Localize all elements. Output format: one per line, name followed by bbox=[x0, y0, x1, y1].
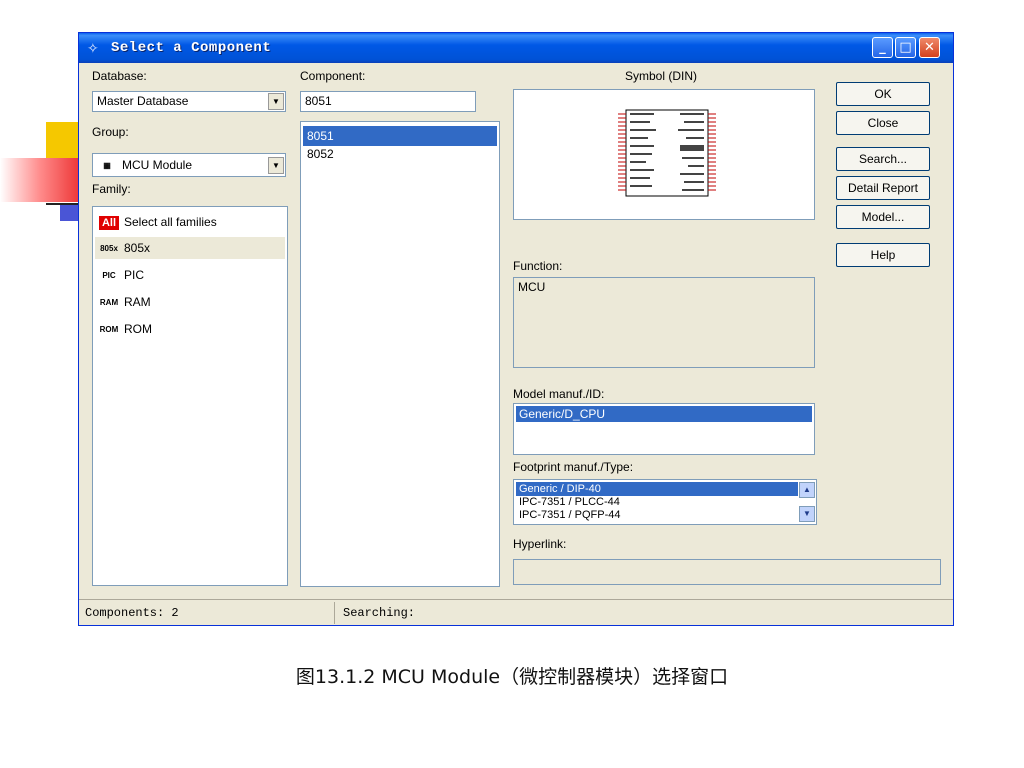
family-item-rom[interactable]: ROM ROM bbox=[95, 318, 285, 340]
help-button[interactable]: Help bbox=[836, 243, 930, 267]
searching-status: Searching: bbox=[343, 606, 416, 620]
component-item[interactable]: 8051 bbox=[303, 126, 497, 146]
symbol-label: Symbol (DIN) bbox=[625, 69, 698, 83]
status-divider bbox=[334, 602, 335, 624]
figure-caption: 图13.1.2 MCU Module（微控制器模块）选择窗口 bbox=[295, 666, 729, 688]
database-value: Master Database bbox=[97, 94, 189, 108]
group-dropdown[interactable]: ▦ MCU Module ▼ bbox=[92, 153, 286, 177]
ok-button[interactable]: OK bbox=[836, 82, 930, 106]
family-list[interactable]: All Select all families 805x 805x PIC PIC R… bbox=[92, 206, 288, 586]
chevron-down-icon[interactable]: ▼ bbox=[268, 157, 284, 174]
805x-icon: 805x bbox=[100, 243, 118, 253]
group-label: Group: bbox=[92, 125, 129, 139]
component-label: Component: bbox=[300, 69, 366, 83]
group-value: MCU Module bbox=[122, 158, 193, 172]
all-families-icon: All bbox=[99, 215, 119, 230]
family-item-805x[interactable]: 805x 805x bbox=[95, 237, 285, 259]
database-dropdown[interactable]: Master Database ▼ bbox=[92, 91, 286, 112]
function-value: MCU bbox=[518, 280, 546, 294]
ram-chip-icon: RAM bbox=[99, 297, 119, 307]
family-item-pic[interactable]: PIC PIC bbox=[95, 264, 285, 286]
maximize-button[interactable]: □ bbox=[895, 37, 916, 58]
search-button[interactable]: Search... bbox=[836, 147, 930, 171]
select-component-dialog: ✧ Select a Component _ □ ✕ Database: Mas… bbox=[78, 32, 954, 626]
model-button[interactable]: Model... bbox=[836, 205, 930, 229]
footprint-item[interactable]: IPC-7351 / PLCC-44 bbox=[516, 495, 798, 509]
function-label: Function: bbox=[513, 259, 563, 273]
family-item-all[interactable]: All Select all families bbox=[95, 211, 285, 233]
close-window-button[interactable]: ✕ bbox=[919, 37, 940, 58]
component-item[interactable]: 8052 bbox=[303, 144, 497, 164]
family-item-ram[interactable]: RAM RAM bbox=[95, 291, 285, 313]
status-bar: Components: 2 Searching: bbox=[79, 599, 953, 626]
window-title: Select a Component bbox=[111, 40, 272, 56]
detail-report-button[interactable]: Detail Report bbox=[836, 176, 930, 200]
model-list[interactable]: Generic/D_CPU bbox=[513, 403, 815, 455]
scroll-down-icon[interactable]: ▼ bbox=[799, 506, 815, 522]
wand-icon: ✧ bbox=[87, 40, 99, 56]
title-bar[interactable]: ✧ Select a Component _ □ ✕ bbox=[79, 33, 953, 63]
footprint-item[interactable]: Generic / DIP-40 bbox=[516, 482, 798, 496]
hyperlink-label: Hyperlink: bbox=[513, 537, 567, 551]
family-label: Family: bbox=[92, 182, 131, 196]
component-search-input[interactable]: 8051 bbox=[300, 91, 476, 112]
footprint-list[interactable]: Generic / DIP-40 IPC-7351 / PLCC-44 IPC-… bbox=[513, 479, 817, 525]
minimize-button[interactable]: _ bbox=[872, 37, 893, 58]
rom-chip-icon: ROM bbox=[99, 324, 119, 334]
components-count: Components: 2 bbox=[85, 606, 179, 620]
footprint-label: Footprint manuf./Type: bbox=[513, 460, 634, 474]
scroll-up-icon[interactable]: ▲ bbox=[799, 482, 815, 498]
close-button[interactable]: Close bbox=[836, 111, 930, 135]
pic-icon: PIC bbox=[102, 270, 116, 280]
model-item[interactable]: Generic/D_CPU bbox=[516, 406, 812, 422]
function-field: MCU bbox=[513, 277, 815, 368]
hyperlink-field[interactable] bbox=[513, 559, 941, 585]
mcu-chip-icon: ▦ bbox=[103, 160, 111, 170]
8051-symbol-graphic bbox=[618, 109, 716, 197]
model-label: Model manuf./ID: bbox=[513, 387, 605, 401]
chevron-down-icon[interactable]: ▼ bbox=[268, 93, 284, 110]
symbol-preview bbox=[513, 89, 815, 220]
footprint-item[interactable]: IPC-7351 / PQFP-44 bbox=[516, 508, 798, 522]
slide-decoration-red bbox=[0, 158, 90, 202]
database-label: Database: bbox=[92, 69, 147, 83]
component-list[interactable]: 8051 8052 bbox=[300, 121, 500, 587]
